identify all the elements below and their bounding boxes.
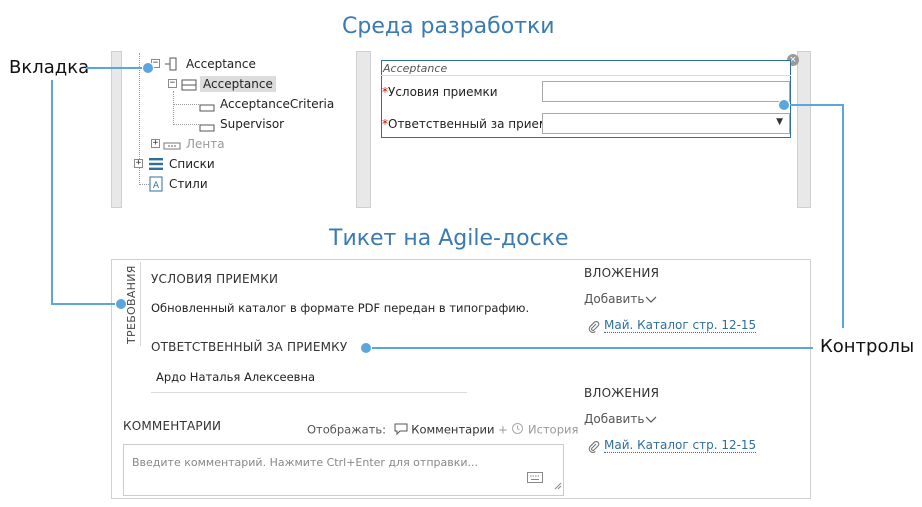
tree-expander[interactable]: + — [151, 139, 160, 148]
tree-item-lists[interactable]: Списки — [169, 157, 215, 171]
controls-connector-dot — [778, 99, 790, 111]
responsible-header: ОТВЕТСТВЕННЫЙ ЗА ПРИЕМКУ — [151, 340, 348, 354]
responsible-select[interactable]: ▼ — [542, 113, 790, 134]
comment-bubble-icon — [394, 423, 408, 438]
filter-comments-option[interactable]: Комментарии — [411, 423, 494, 437]
filter-history-option[interactable]: История — [528, 423, 578, 437]
tree-item-label: Списки — [169, 157, 215, 171]
ribbon-icon — [163, 137, 181, 156]
style-icon: A — [149, 176, 163, 196]
display-label: Отображать: — [307, 422, 386, 437]
attachments-header: ВЛОЖЕНИЯ — [584, 386, 660, 400]
field-icon — [199, 118, 215, 137]
acceptance-conditions-header: УСЛОВИЯ ПРИЕМКИ — [151, 272, 279, 286]
form-caption: Acceptance — [383, 62, 448, 75]
tree-item-label: AcceptanceCriteria — [220, 97, 335, 111]
agile-ticket-title: Тикет на Agile-доске — [329, 226, 569, 251]
responsible-value[interactable]: Ардо Наталья Алексеевна — [156, 370, 315, 384]
resize-handle-icon[interactable] — [554, 475, 562, 494]
tree-item-styles[interactable]: Стили — [169, 177, 208, 191]
tree-item-label: Лента — [186, 137, 225, 151]
history-icon — [511, 422, 524, 438]
tab-connector-dot — [142, 62, 154, 74]
dev-env-title: Среда разработки — [342, 14, 555, 39]
acceptance-conditions-input[interactable] — [542, 81, 790, 102]
tree-item-supervisor[interactable]: Supervisor — [220, 117, 284, 131]
svg-text:A: A — [153, 181, 160, 191]
controls-connector-line — [367, 347, 813, 349]
field-label-text: Ответственный за приемку — [388, 117, 563, 131]
tab-connector-line — [51, 303, 121, 305]
paperclip-icon — [588, 438, 600, 457]
acceptance-conditions-label: *Условия приемки — [382, 85, 498, 99]
tab-connector-line — [86, 67, 148, 69]
tree-guide-line — [173, 91, 174, 125]
tree-item-label: Acceptance — [200, 76, 276, 92]
field-label-text: Условия приемки — [388, 85, 498, 99]
comments-header: КОММЕНТАРИИ — [123, 419, 222, 433]
form-divider — [381, 75, 791, 76]
paperclip-icon — [588, 318, 600, 337]
controls-connector-line — [842, 104, 844, 328]
list-icon — [148, 156, 164, 175]
tree-item-label: Стили — [169, 177, 208, 191]
comments-filter: Отображать: Комментарии + История — [307, 422, 578, 438]
add-label: Добавить — [584, 292, 645, 306]
add-attachment-button[interactable]: Добавить — [584, 292, 657, 307]
field-underline — [151, 392, 467, 393]
tree-item-label: Acceptance — [186, 57, 256, 71]
tree-guide-line — [173, 124, 199, 125]
attachment-link[interactable]: Май. Каталог стр. 12-15 — [604, 438, 757, 453]
add-attachment-button[interactable]: Добавить — [584, 412, 657, 427]
tree-item-ribbon[interactable]: Лента — [186, 137, 225, 151]
keyboard-icon[interactable] — [527, 468, 543, 487]
chevron-down-icon — [645, 413, 657, 427]
callout-controls: Контролы — [820, 336, 915, 357]
attachments-header: ВЛОЖЕНИЯ — [584, 266, 660, 280]
attachment-link[interactable]: Май. Каталог стр. 12-15 — [604, 318, 757, 333]
tree-item-label: Supervisor — [220, 117, 285, 131]
filter-plus: + — [498, 422, 508, 437]
comment-input[interactable]: Введите комментарий. Нажмите Ctrl+Enter … — [123, 444, 564, 496]
tree-item-acceptance-table[interactable]: Acceptance — [200, 76, 276, 92]
responsible-label: *Ответственный за приемку — [382, 117, 562, 131]
field-icon — [199, 98, 215, 117]
tab-connector-line — [51, 80, 53, 304]
tree-item-acceptance-criteria[interactable]: AcceptanceCriteria — [220, 97, 334, 111]
comment-placeholder: Введите комментарий. Нажмите Ctrl+Enter … — [132, 456, 478, 469]
tree-expander[interactable]: − — [168, 79, 177, 88]
chevron-down-icon — [645, 293, 657, 307]
controls-connector-dot — [360, 342, 372, 354]
form-icon — [163, 56, 179, 76]
chevron-down-icon: ▼ — [776, 117, 783, 127]
tree-guide-line — [139, 184, 149, 185]
tab-connector-dot — [115, 298, 127, 310]
tree-expander[interactable]: + — [134, 159, 143, 168]
controls-connector-line — [785, 104, 843, 106]
add-label: Добавить — [584, 412, 645, 426]
table-icon — [181, 77, 197, 96]
callout-tab: Вкладка — [9, 57, 90, 78]
acceptance-conditions-value[interactable]: Обновленный каталог в формате PDF переда… — [151, 301, 529, 315]
tree-guide-line — [173, 104, 199, 105]
tree-item-acceptance-form[interactable]: Acceptance — [186, 57, 256, 71]
